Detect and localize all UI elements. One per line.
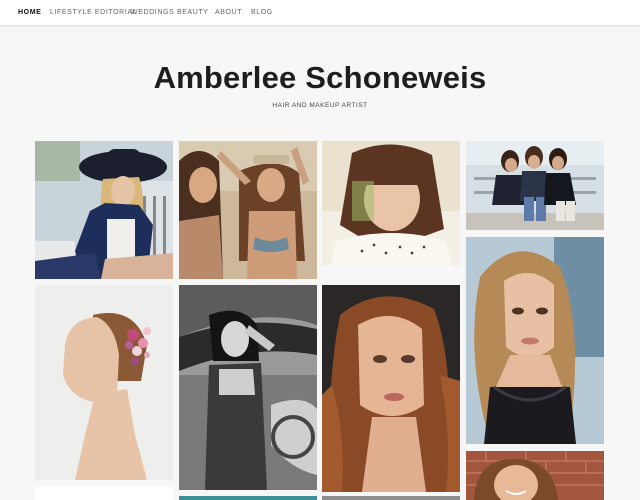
- gallery-photo-1[interactable]: [35, 141, 173, 279]
- woman-wide-brim-hat-photo: [35, 141, 173, 279]
- nav-weddings-link[interactable]: WEDDINGS: [131, 9, 174, 16]
- nav-about-link[interactable]: ABOUT: [215, 9, 242, 16]
- top-navigation: HOME LIFESTYLE EDITORIAL WEDDINGS BEAUTY…: [0, 0, 640, 26]
- gallery-photo-partial-2: [35, 486, 173, 500]
- gallery-photo-9[interactable]: [466, 451, 604, 500]
- site-title: Amberlee Schoneweis: [153, 60, 487, 95]
- woman-long-wavy-hair-photo: [466, 237, 604, 444]
- gallery-photo-2[interactable]: [179, 141, 317, 279]
- nav-beauty-link[interactable]: BEAUTY: [177, 9, 209, 16]
- gallery-photo-partial-3: [322, 496, 460, 500]
- gallery-photo-4[interactable]: [466, 141, 604, 230]
- gallery-photo-3[interactable]: [322, 141, 460, 266]
- gallery-photo-partial-1[interactable]: [179, 496, 317, 500]
- woman-in-car-bw-photo: [179, 285, 317, 490]
- site-tagline: HAIR AND MAKEUP ARTIST: [272, 102, 368, 109]
- woman-beauty-portrait-photo: [322, 285, 460, 492]
- two-women-beach-photo: [179, 141, 317, 279]
- nav-blog-link[interactable]: BLOG: [251, 9, 273, 16]
- woman-smiling-brick-wall-photo: [466, 451, 604, 500]
- gallery-photo-5[interactable]: [35, 285, 173, 480]
- gallery-photo-8[interactable]: [466, 237, 604, 444]
- nav-lifestyle-editorial-link[interactable]: LIFESTYLE EDITORIAL: [50, 9, 137, 16]
- woman-bob-haircut-photo: [322, 141, 460, 266]
- gallery-photo-6[interactable]: [179, 285, 317, 490]
- gallery-photo-7[interactable]: [322, 285, 460, 492]
- three-friends-sitting-photo: [466, 141, 604, 230]
- nav-home-link[interactable]: HOME: [18, 9, 41, 16]
- woman-flower-hairpiece-photo: [35, 285, 173, 480]
